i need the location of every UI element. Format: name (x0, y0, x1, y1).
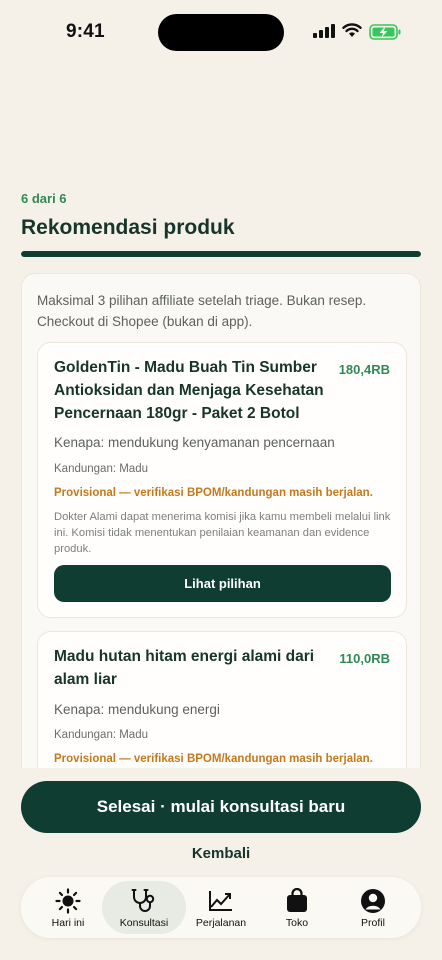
profile-icon (361, 889, 385, 913)
product-price: 180,4RB (338, 362, 390, 377)
product-card[interactable]: GoldenTin - Madu Buah Tin Sumber Antioks… (37, 342, 407, 618)
tab-hari-ini[interactable]: Hari ini (26, 881, 110, 934)
battery-charging-icon (369, 24, 401, 40)
finish-new-consultation-button[interactable]: Selesai · mulai konsultasi baru (21, 781, 421, 833)
verification-warning: Provisional — verifikasi BPOM/kandungan … (54, 487, 373, 499)
tab-bar: Hari ini Konsultasi Perjalanan Toko Prof… (21, 877, 421, 938)
product-card[interactable]: Madu hutan hitam energi alami dari alam … (37, 631, 407, 768)
page-title: Rekomendasi produk (21, 216, 235, 239)
product-title: GoldenTin - Madu Buah Tin Sumber Antioks… (54, 359, 324, 422)
tab-label: Hari ini (51, 917, 85, 929)
sun-icon (55, 888, 81, 914)
tab-perjalanan[interactable]: Perjalanan (179, 881, 263, 934)
shopping-bag-icon (287, 888, 307, 912)
tab-label: Toko (285, 917, 309, 929)
product-title: Madu hutan hitam energi alami dari alam … (54, 648, 315, 688)
tab-konsultasi[interactable]: Konsultasi (102, 881, 186, 934)
tab-label: Profil (361, 917, 385, 929)
tab-label: Perjalanan (195, 917, 247, 929)
wifi-icon (342, 23, 362, 37)
progress-bar (21, 251, 421, 257)
product-price: 110,0RB (339, 651, 390, 666)
verification-warning: Provisional — verifikasi BPOM/kandungan … (54, 753, 373, 765)
tab-label: Konsultasi (119, 917, 169, 929)
stethoscope-icon (131, 889, 155, 912)
affiliate-note: Maksimal 3 pilihan affiliate setelah tri… (37, 293, 367, 329)
chart-line-icon (209, 891, 232, 911)
tab-profil[interactable]: Profil (331, 881, 415, 934)
status-time: 9:41 (66, 21, 105, 42)
status-bar: 9:41 (0, 0, 442, 64)
cellular-signal-icon (313, 24, 335, 38)
progress-bar-fill (21, 251, 421, 257)
view-options-button[interactable]: Lihat pilihan (54, 565, 391, 602)
dynamic-island (158, 14, 284, 51)
product-reason: Kenapa: mendukung energi (54, 702, 220, 717)
recommendation-panel[interactable]: Maksimal 3 pilihan affiliate setelah tri… (21, 273, 421, 768)
product-reason: Kenapa: mendukung kenyamanan pencernaan (54, 435, 335, 450)
step-indicator: 6 dari 6 (21, 191, 67, 206)
commission-disclaimer: Dokter Alami dapat menerima komisi jika … (54, 511, 391, 555)
back-link[interactable]: Kembali (0, 845, 442, 862)
product-ingredients: Kandungan: Madu (54, 729, 148, 741)
tab-toko[interactable]: Toko (255, 881, 339, 934)
product-ingredients: Kandungan: Madu (54, 463, 148, 475)
